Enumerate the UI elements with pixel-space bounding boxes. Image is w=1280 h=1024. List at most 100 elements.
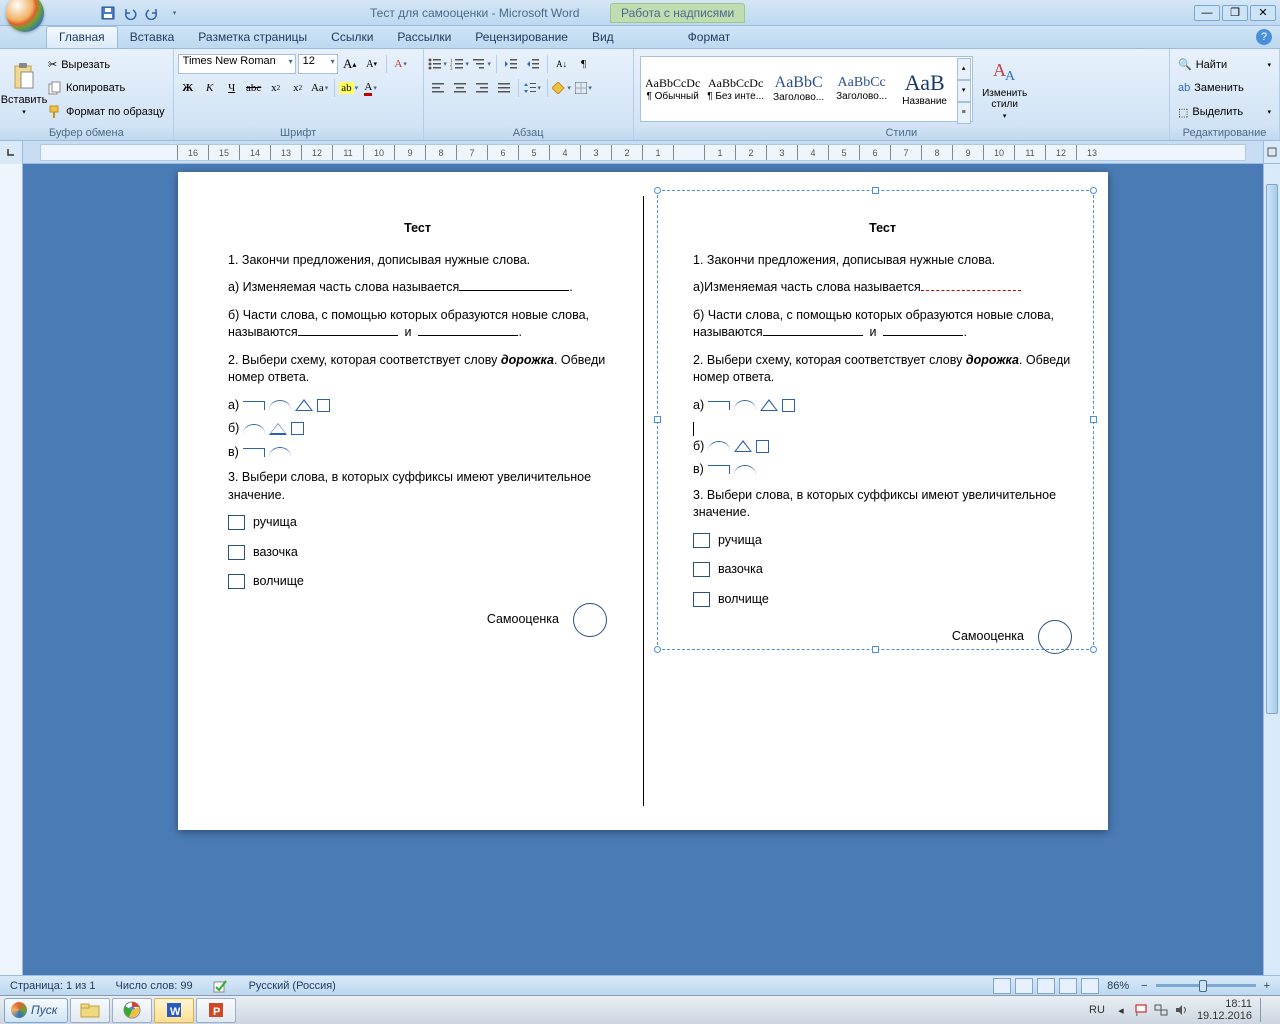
show-marks-button[interactable]: ¶ — [574, 54, 594, 74]
increase-indent-button[interactable] — [523, 54, 543, 74]
task-chrome[interactable] — [112, 998, 152, 1023]
status-lang[interactable]: Русский (Россия) — [245, 980, 340, 992]
zoom-out-button[interactable]: − — [1137, 980, 1151, 992]
cut-button[interactable]: ✂Вырезать — [46, 55, 167, 75]
borders-button[interactable] — [574, 78, 594, 98]
style-heading2[interactable]: AaBbCcЗаголово... — [831, 58, 893, 120]
copy-button[interactable]: Копировать — [46, 78, 167, 98]
numbering-button[interactable]: 123 — [450, 54, 470, 74]
qat-customize-icon[interactable] — [166, 5, 182, 21]
save-icon[interactable] — [100, 5, 116, 21]
superscript-button[interactable]: x2 — [288, 78, 308, 98]
style-heading1[interactable]: AaBbCЗаголово... — [768, 58, 830, 120]
view-draft[interactable] — [1081, 978, 1099, 994]
textbox-selection[interactable] — [657, 190, 1094, 650]
view-web-layout[interactable] — [1037, 978, 1055, 994]
minimize-button[interactable]: — — [1194, 5, 1220, 21]
page: Тест 1. Закончи предложения, дописывая н… — [178, 172, 1108, 830]
view-full-screen[interactable] — [1015, 978, 1033, 994]
style-scroll-more[interactable]: ≡ — [957, 102, 971, 124]
close-button[interactable]: ✕ — [1250, 5, 1276, 21]
style-normal[interactable]: AaBbCcDc¶ Обычный — [642, 58, 704, 120]
tab-layout[interactable]: Разметка страницы — [186, 27, 319, 48]
tab-insert[interactable]: Вставка — [118, 27, 187, 48]
select-button[interactable]: ⬚Выделить▾ — [1176, 102, 1273, 122]
restore-button[interactable]: ❐ — [1222, 5, 1248, 21]
tray-show-hidden-icon[interactable]: ◂ — [1113, 1002, 1129, 1018]
find-button[interactable]: 🔍Найти▾ — [1176, 55, 1273, 75]
format-painter-button[interactable]: Формат по образцу — [46, 102, 167, 122]
task-powerpoint[interactable]: P — [196, 998, 236, 1023]
multilevel-button[interactable] — [472, 54, 492, 74]
tray-network-icon[interactable] — [1153, 1002, 1169, 1018]
tray-lang[interactable]: RU — [1089, 1004, 1105, 1016]
task-explorer[interactable] — [70, 998, 110, 1023]
status-words[interactable]: Число слов: 99 — [112, 980, 197, 992]
align-right-button[interactable] — [472, 78, 492, 98]
font-size-combo[interactable]: 12 — [298, 54, 338, 74]
tab-review[interactable]: Рецензирование — [463, 27, 580, 48]
bold-button[interactable]: Ж — [178, 78, 198, 98]
q1a: а) Изменяемая часть слова называется. — [228, 279, 607, 297]
vertical-ruler[interactable] — [0, 164, 23, 975]
style-scroll-up[interactable]: ▴ — [957, 58, 971, 80]
vertical-scrollbar[interactable] — [1263, 164, 1280, 975]
sort-button[interactable]: A↓ — [552, 54, 572, 74]
task-word[interactable]: W — [154, 998, 194, 1023]
tab-references[interactable]: Ссылки — [319, 27, 385, 48]
shrink-font-button[interactable]: A▾ — [362, 54, 382, 74]
style-scroll-down[interactable]: ▾ — [957, 80, 971, 102]
scrollbar-thumb[interactable] — [1266, 184, 1278, 714]
justify-button[interactable] — [494, 78, 514, 98]
cut-icon: ✂ — [48, 58, 57, 71]
document-viewport[interactable]: Тест 1. Закончи предложения, дописывая н… — [23, 164, 1263, 975]
group-clipboard: Вставить ▾ ✂Вырезать Копировать Формат п… — [0, 49, 174, 140]
highlight-button[interactable]: ab — [339, 78, 359, 98]
style-gallery-scroll: ▴ ▾ ≡ — [957, 58, 971, 120]
style-title[interactable]: АаВНазвание — [894, 58, 956, 120]
view-outline[interactable] — [1059, 978, 1077, 994]
status-page[interactable]: Страница: 1 из 1 — [6, 980, 100, 992]
strikethrough-button[interactable]: abc — [244, 78, 264, 98]
tab-home[interactable]: Главная — [46, 26, 118, 48]
help-icon[interactable]: ? — [1256, 29, 1272, 45]
change-case-button[interactable]: Aa — [310, 78, 330, 98]
show-desktop-button[interactable] — [1260, 998, 1270, 1022]
undo-icon[interactable] — [122, 5, 138, 21]
tab-selector[interactable] — [0, 141, 23, 164]
tray-volume-icon[interactable] — [1173, 1002, 1189, 1018]
style-no-spacing[interactable]: AaBbCcDc¶ Без инте... — [705, 58, 767, 120]
font-color-button[interactable]: A — [361, 78, 381, 98]
status-proofing-icon[interactable] — [209, 979, 233, 993]
align-left-button[interactable] — [428, 78, 448, 98]
zoom-slider-thumb[interactable] — [1199, 980, 1207, 992]
line-spacing-button[interactable] — [523, 78, 543, 98]
change-styles-button[interactable]: AA Изменить стили ▾ — [977, 56, 1033, 122]
bullets-button[interactable] — [428, 54, 448, 74]
redo-icon[interactable] — [144, 5, 160, 21]
start-button[interactable]: Пуск — [4, 998, 68, 1023]
subscript-button[interactable]: x2 — [266, 78, 286, 98]
shading-button[interactable] — [552, 78, 572, 98]
q3: 3. Выбери слова, в которых суффиксы имею… — [228, 469, 607, 504]
underline-button[interactable]: Ч — [222, 78, 242, 98]
zoom-percent[interactable]: 86% — [1103, 980, 1133, 992]
tab-mailings[interactable]: Рассылки — [385, 27, 463, 48]
grow-font-button[interactable]: A▴ — [340, 54, 360, 74]
view-print-layout[interactable] — [993, 978, 1011, 994]
zoom-slider[interactable] — [1156, 984, 1256, 987]
tray-flag-icon[interactable] — [1133, 1002, 1149, 1018]
zoom-in-button[interactable]: + — [1260, 980, 1274, 992]
clear-formatting-button[interactable]: A — [391, 54, 411, 74]
paste-button[interactable]: Вставить ▾ — [4, 51, 44, 126]
tab-view[interactable]: Вид — [580, 27, 626, 48]
decrease-indent-button[interactable] — [501, 54, 521, 74]
font-name-combo[interactable]: Times New Roman — [178, 54, 296, 74]
horizontal-ruler[interactable]: 1615141312111098765432112345678910111213 — [40, 144, 1246, 161]
italic-button[interactable]: К — [200, 78, 220, 98]
align-center-button[interactable] — [450, 78, 470, 98]
tab-format[interactable]: Формат — [676, 27, 743, 48]
ruler-toggle-button[interactable] — [1263, 141, 1280, 163]
replace-button[interactable]: abЗаменить — [1176, 78, 1273, 98]
tray-clock[interactable]: 18:11 19.12.2016 — [1197, 998, 1252, 1022]
